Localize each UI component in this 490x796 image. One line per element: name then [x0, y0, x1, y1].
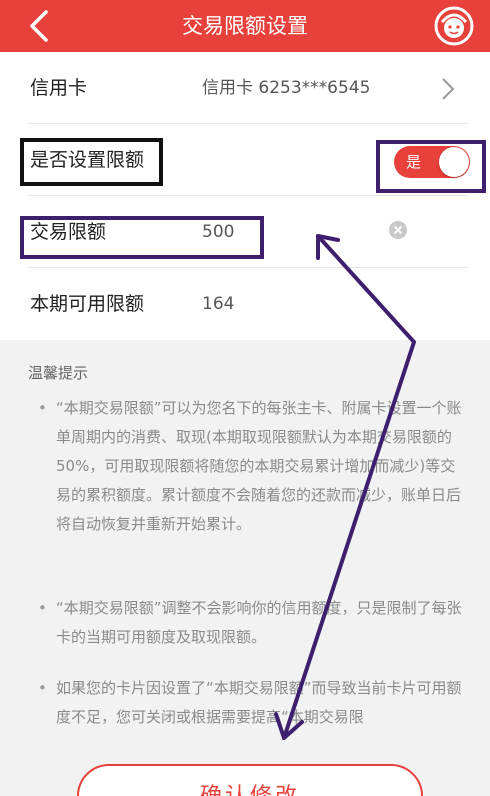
bullet: •: [38, 679, 47, 697]
tip-text: “本期交易限额”调整不会影响你的信用额度，只是限制了每张卡的当期可用额度及取现限…: [56, 599, 462, 646]
available-label: 本期可用限额: [30, 293, 145, 315]
bullet: •: [38, 599, 47, 617]
limit-label: 交易限额: [30, 221, 107, 243]
customer-service-icon[interactable]: [432, 4, 476, 48]
tip-item: • “本期交易限额”调整不会影响你的信用额度，只是限制了每张卡的当期可用额度及取…: [38, 594, 468, 652]
tips-title: 温馨提示: [28, 364, 89, 382]
bullet: •: [38, 399, 47, 417]
tip-item: • 如果您的卡片因设置了“本期交易限额”而导致当前卡片可用额度不足，您可关闭或根…: [38, 674, 468, 732]
card-number: 信用卡 6253***6545: [202, 78, 371, 98]
card-label: 信用卡: [30, 77, 88, 99]
toggle-label: 是: [406, 153, 422, 171]
toggle-knob: [439, 147, 469, 177]
settings-list: 信用卡 信用卡 6253***6545 是否设置限额 是 交易限额 500 本期…: [0, 52, 490, 340]
confirm-button[interactable]: 确认修改: [77, 764, 423, 796]
clear-icon[interactable]: [388, 220, 408, 240]
limit-row: 交易限额 500: [0, 196, 490, 268]
set-limit-label: 是否设置限额: [30, 149, 145, 171]
nav-bar: 交易限额设置: [0, 0, 490, 52]
set-limit-row: 是否设置限额 是: [0, 124, 490, 196]
tip-item: • “本期交易限额”可以为您名下的每张主卡、附属卡设置一个账单周期内的消费、取现…: [38, 394, 468, 539]
limit-input[interactable]: 500: [202, 196, 234, 268]
tip-text: “本期交易限额”可以为您名下的每张主卡、附属卡设置一个账单周期内的消费、取现(本…: [56, 399, 462, 533]
tips-section: 温馨提示 • “本期交易限额”可以为您名下的每张主卡、附属卡设置一个账单周期内的…: [0, 340, 490, 796]
card-row[interactable]: 信用卡 信用卡 6253***6545: [0, 52, 490, 124]
available-row: 本期可用限额 164: [0, 268, 490, 340]
tip-text: 如果您的卡片因设置了“本期交易限额”而导致当前卡片可用额度不足，您可关闭或根据需…: [56, 679, 462, 726]
page-title: 交易限额设置: [182, 14, 308, 38]
set-limit-toggle[interactable]: 是: [394, 146, 470, 178]
available-value: 164: [202, 294, 235, 314]
chevron-right-icon[interactable]: [440, 77, 456, 101]
